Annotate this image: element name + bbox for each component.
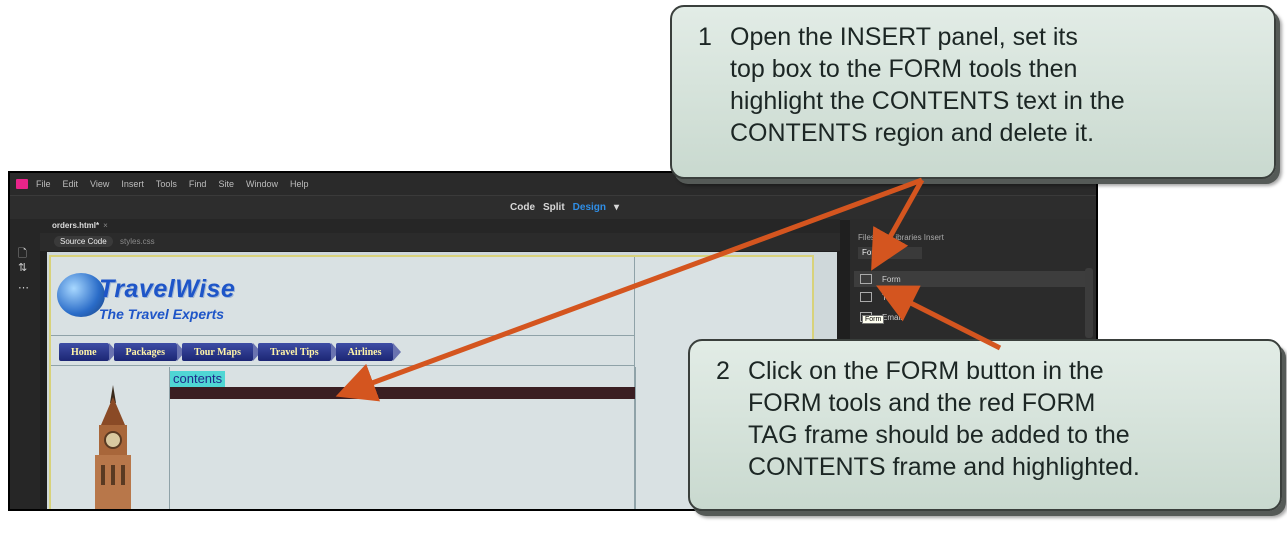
insert-form-label: Form	[882, 274, 901, 284]
insert-category-select[interactable]: Form	[858, 247, 922, 259]
view-design-button[interactable]: Design	[573, 202, 606, 213]
menu-file[interactable]: File	[36, 179, 51, 189]
nav-airlines[interactable]: Airlines	[335, 343, 402, 361]
callout-2-text: Click on the FORM button in the FORM too…	[748, 357, 1140, 481]
source-code-button[interactable]: Source Code	[54, 236, 113, 247]
sort-icon[interactable]: ⇅	[18, 261, 27, 274]
view-switcher-bar: Code Split Design ▾	[10, 195, 1096, 220]
insert-text-button[interactable]: Text	[854, 289, 1090, 305]
left-toolbar: 🗋 ⇅ ⋯	[10, 219, 40, 509]
callout-1-text: Open the INSERT panel, set its top box t…	[730, 23, 1125, 147]
callout-2-number: 2	[716, 357, 730, 385]
panel-scrollbar[interactable]	[1085, 268, 1093, 338]
menu-help[interactable]: Help	[290, 179, 309, 189]
panel-tabs[interactable]: Files CC Libraries Insert	[858, 233, 944, 242]
nav-tour-maps[interactable]: Tour Maps	[182, 343, 261, 361]
contents-text[interactable]: contents	[170, 371, 226, 387]
document-tab[interactable]: orders.html* ×	[52, 221, 108, 230]
site-tagline: The Travel Experts	[99, 306, 225, 322]
clock-tower-image	[95, 385, 131, 509]
menu-view[interactable]: View	[90, 179, 109, 189]
nav-divider	[51, 365, 634, 366]
insert-email-label: Email	[882, 312, 903, 322]
more-icon[interactable]: ⋯	[18, 281, 29, 294]
header-divider	[51, 335, 634, 336]
document-tab-bar: orders.html* ×	[40, 219, 840, 233]
text-field-icon	[860, 292, 872, 302]
view-code-button[interactable]: Code	[510, 202, 535, 213]
callout-step-2: 2 Click on the FORM button in the FORM t…	[688, 339, 1282, 511]
related-file-styles[interactable]: styles.css	[120, 237, 155, 246]
form-tag-frame	[170, 387, 635, 399]
site-nav: Home Packages Tour Maps Travel Tips Airl…	[59, 343, 402, 361]
menu-insert[interactable]: Insert	[121, 179, 144, 189]
callout-1-number: 1	[698, 23, 712, 51]
site-brand: TravelWise	[99, 275, 236, 303]
view-switch: Code Split Design ▾	[510, 202, 619, 213]
nav-packages[interactable]: Packages	[113, 343, 186, 361]
callout-step-1: 1 Open the INSERT panel, set its top box…	[670, 5, 1276, 179]
menu-window[interactable]: Window	[246, 179, 278, 189]
related-files-bar: Source Code styles.css	[40, 233, 840, 251]
globe-logo-icon	[57, 273, 105, 317]
form-tooltip: Form	[862, 315, 885, 324]
view-split-button[interactable]: Split	[543, 202, 565, 213]
nav-home[interactable]: Home	[59, 343, 117, 361]
document-tab-label: orders.html*	[52, 221, 100, 230]
insert-text-label: Text	[882, 292, 897, 302]
menu-edit[interactable]: Edit	[63, 179, 79, 189]
chevron-down-icon[interactable]: ▾	[614, 202, 619, 213]
nav-travel-tips[interactable]: Travel Tips	[257, 343, 339, 361]
insert-email-button[interactable]: Email	[854, 309, 1090, 325]
form-icon	[860, 274, 872, 284]
menu-find[interactable]: Find	[189, 179, 207, 189]
close-icon[interactable]: ×	[103, 221, 108, 230]
menu-site[interactable]: Site	[218, 179, 234, 189]
app-logo-icon	[16, 179, 28, 189]
menu-tools[interactable]: Tools	[156, 179, 177, 189]
insert-form-button[interactable]: Form	[854, 271, 1090, 287]
